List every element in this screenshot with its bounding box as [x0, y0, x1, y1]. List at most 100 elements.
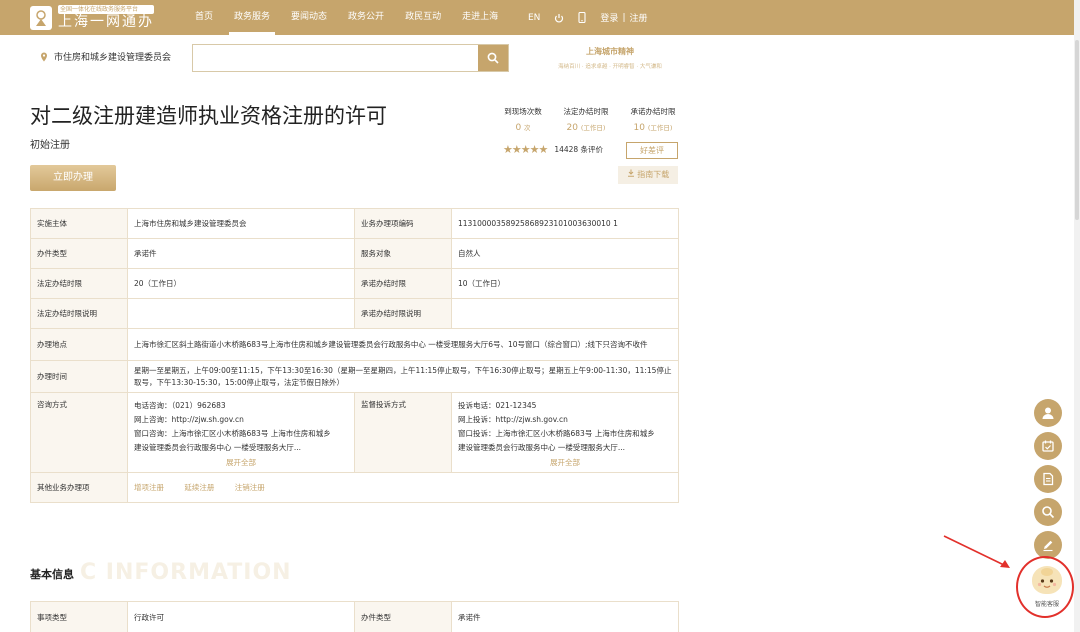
stat-label: 承诺办结时限 — [630, 107, 676, 116]
top-navbar: 全国一体化在线政务服务平台 上海一网通办 首页 政务服务 要闻动态 政务公开 政… — [0, 0, 1080, 35]
search-float-button[interactable] — [1034, 498, 1062, 526]
table-row: 事项类型 行政许可 办件类型 承诺件 — [30, 601, 679, 632]
cell-value: 承诺件 — [127, 238, 355, 269]
guide-download-button[interactable]: 指南下载 — [618, 166, 678, 184]
guide-button[interactable] — [1034, 465, 1062, 493]
search-button[interactable] — [478, 45, 508, 71]
expand-all-link[interactable]: 展开全部 — [458, 457, 672, 469]
logo-slogan: 全国一体化在线政务服务平台 — [58, 5, 154, 14]
location-selector[interactable]: 市住房和城乡建设管理委员会 — [40, 50, 171, 63]
service-info-table: 实施主体 上海市住房和城乡建设管理委员会 业务办理项编码 11310000358… — [30, 208, 679, 503]
assistant-label: 智能客服 — [1034, 601, 1059, 608]
cell-label: 监督投诉方式 — [354, 392, 452, 473]
search-icon — [1042, 506, 1055, 519]
stat-legal-deadline: 法定办结时限 20 (工作日) — [560, 106, 612, 133]
review-button[interactable]: 好差评 — [626, 142, 678, 159]
cell-label: 法定办结时限 — [30, 268, 128, 299]
stat-value: 10 — [633, 123, 645, 133]
cell-value — [451, 298, 679, 329]
apply-now-button[interactable]: 立即办理 — [30, 165, 116, 191]
cell-label: 办理地点 — [30, 328, 128, 361]
nav-news[interactable]: 要闻动态 — [284, 0, 334, 35]
calendar-icon — [1042, 440, 1054, 452]
main-nav: 首页 政务服务 要闻动态 政务公开 政民互动 走进上海 — [188, 0, 512, 35]
consult-line: 窗口咨询：上海市徐汇区小木桥路683号 上海市住房和城乡 — [134, 429, 331, 438]
complaint-line: 投诉电话：021-12345 — [458, 401, 537, 410]
link-cancel-registration[interactable]: 注销注册 — [235, 483, 265, 492]
cell-value: 自然人 — [451, 238, 679, 269]
consult-line: 电话咨询：（021）962683 — [134, 401, 226, 410]
section-title: 基本信息 — [30, 568, 74, 581]
link-add-registration[interactable]: 增项注册 — [134, 483, 164, 492]
login-link[interactable]: 登录 — [600, 11, 618, 24]
user-center-button[interactable] — [1034, 399, 1062, 427]
stat-unit: (工作日) — [580, 124, 606, 132]
nav-interaction[interactable]: 政民互动 — [398, 0, 448, 35]
search-input[interactable] — [193, 45, 478, 71]
search-bar — [192, 44, 509, 72]
expand-all-link[interactable]: 展开全部 — [134, 457, 348, 469]
rating-stars: ★★★★★ — [503, 143, 548, 156]
rating-count[interactable]: 14428 条评价 — [554, 144, 603, 155]
complaint-cell: 投诉电话：021-12345 网上投诉：http://zjw.sh.gov.cn… — [451, 392, 679, 473]
cell-label: 承诺办结时限说明 — [354, 298, 452, 329]
language-toggle[interactable]: EN — [528, 13, 540, 23]
stat-label: 到现场次数 — [504, 107, 542, 116]
download-icon — [627, 169, 634, 177]
consult-line[interactable]: 网上咨询：http://zjw.sh.gov.cn — [134, 413, 348, 427]
cell-value — [127, 298, 355, 329]
cell-value: 星期一至星期五，上午09:00至11:15，下午13:30至16:30（星期一至… — [127, 360, 679, 393]
site-logo[interactable]: 全国一体化在线政务服务平台 上海一网通办 — [30, 5, 154, 30]
cell-label: 办理时间 — [30, 360, 128, 393]
complaint-line: 窗口投诉：上海市徐汇区小木桥路683号 上海市住房和城乡 — [458, 429, 655, 438]
guide-download-label: 指南下载 — [637, 170, 670, 179]
cell-label: 承诺办结时限 — [354, 268, 452, 299]
register-link[interactable]: 注册 — [629, 11, 647, 24]
stat-value: 0 — [515, 123, 522, 133]
city-spirit-subtitle: 海纳百川 · 追求卓越 · 开明睿智 · 大气谦和 — [558, 64, 662, 70]
complaint-line: 建设管理委员会行政服务中心 一楼受理服务大厅... — [458, 443, 626, 452]
smart-assistant-button[interactable]: 智能客服 — [1016, 556, 1074, 618]
table-row: 实施主体 上海市住房和城乡建设管理委员会 业务办理项编码 11310000358… — [30, 208, 679, 239]
stat-unit: 次 — [524, 124, 531, 132]
basic-info-table: 事项类型 行政许可 办件类型 承诺件 — [30, 601, 679, 632]
cell-label: 办件类型 — [354, 601, 452, 632]
feedback-button[interactable] — [1034, 531, 1062, 559]
stat-visits: 到现场次数 0 次 — [500, 106, 546, 133]
nav-home[interactable]: 首页 — [188, 0, 220, 35]
location-pin-icon — [41, 52, 47, 61]
logo-name: 上海一网通办 — [58, 14, 154, 30]
cell-value: 上海市住房和城乡建设管理委员会 — [127, 208, 355, 239]
cell-label: 法定办结时限说明 — [30, 298, 128, 329]
cell-value: 上海市徐汇区斜土路街道小木桥路683号上海市住房和城乡建设管理委员会行政服务中心… — [127, 328, 679, 361]
consult-cell: 电话咨询：（021）962683 网上咨询：http://zjw.sh.gov.… — [127, 392, 355, 473]
logo-emblem-icon — [30, 5, 52, 30]
cell-value: 承诺件 — [451, 601, 679, 632]
table-row: 办件类型 承诺件 服务对象 自然人 — [30, 238, 679, 269]
mobile-icon[interactable] — [578, 12, 586, 23]
nav-gov-services[interactable]: 政务服务 — [227, 0, 277, 35]
stat-label: 法定办结时限 — [563, 107, 609, 116]
accessibility-icon[interactable] — [554, 13, 564, 23]
complaint-line[interactable]: 网上投诉：http://zjw.sh.gov.cn — [458, 413, 672, 427]
appointment-button[interactable] — [1034, 432, 1062, 460]
cell-label: 业务办理项编码 — [354, 208, 452, 239]
page-title: 对二级注册建造师执业资格注册的许可 — [30, 104, 387, 128]
scrollbar-thumb[interactable] — [1075, 40, 1079, 220]
user-icon — [1042, 407, 1054, 419]
nav-about-shanghai[interactable]: 走进上海 — [455, 0, 505, 35]
nav-gov-open[interactable]: 政务公开 — [341, 0, 391, 35]
cell-label: 咨询方式 — [30, 392, 128, 473]
stat-unit: (工作日) — [647, 124, 673, 132]
table-row: 其他业务办理项 增项注册 延续注册 注销注册 — [30, 472, 679, 503]
table-row: 咨询方式 电话咨询：（021）962683 网上咨询：http://zjw.sh… — [30, 392, 679, 473]
table-row: 办理时间 星期一至星期五，上午09:00至11:15，下午13:30至16:30… — [30, 360, 679, 393]
cell-value: 20（工作日） — [127, 268, 355, 299]
table-row: 办理地点 上海市徐汇区斜土路街道小木桥路683号上海市住房和城乡建设管理委员会行… — [30, 328, 679, 361]
city-spirit-banner: 上海城市精神 海纳百川 · 追求卓越 · 开明睿智 · 大气谦和 — [542, 46, 678, 70]
link-renew-registration[interactable]: 延续注册 — [184, 483, 214, 492]
stat-promise-deadline: 承诺办结时限 10 (工作日) — [627, 106, 679, 133]
cell-label: 实施主体 — [30, 208, 128, 239]
section-bg-text: C INFORMATION — [80, 560, 292, 585]
login-divider: | — [622, 12, 626, 23]
